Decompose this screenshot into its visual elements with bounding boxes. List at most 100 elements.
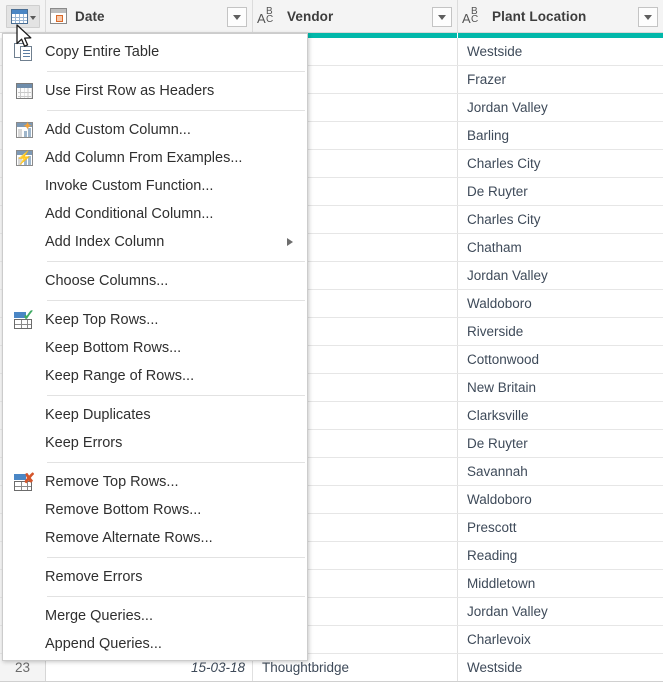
column-header-label: Plant Location [492,8,587,24]
table-cell-plant[interactable]: Charlevoix [458,626,663,653]
menu-item-label: Use First Row as Headers [45,83,215,99]
table-cell-plant[interactable]: New Britain [458,374,663,401]
menu-item-label: Add Custom Column... [45,122,191,138]
add-column-from-examples-icon: ⚡ [3,150,45,166]
menu-item-use-first-row-as-headers[interactable]: Use First Row as Headers [3,77,307,105]
use-first-row-as-headers-icon [3,83,45,99]
menu-item-label: Add Column From Examples... [45,150,243,166]
menu-item-remove-errors[interactable]: Remove Errors [3,563,307,591]
menu-separator [47,110,305,111]
abc-icon: ABC [462,6,479,26]
menu-item-keep-errors[interactable]: Keep Errors [3,429,307,457]
table-cell-plant[interactable]: Middletown [458,570,663,597]
column-filter-dropdown-date[interactable] [227,7,247,27]
menu-separator [47,395,305,396]
keep-rows-icon: ✓ [3,308,45,329]
menu-item-label: Keep Duplicates [45,407,151,423]
column-header-plant-location[interactable]: ABC Plant Location [458,0,663,32]
menu-item-label: Invoke Custom Function... [45,178,214,194]
chevron-right-icon [287,238,293,246]
table-header-cell[interactable] [0,0,46,32]
menu-item-label: Remove Bottom Rows... [45,502,202,518]
menu-item-remove-bottom-rows[interactable]: Remove Bottom Rows... [3,496,307,524]
table-cell-plant[interactable]: Riverside [458,318,663,345]
column-header-label: Vendor [287,8,334,24]
menu-item-keep-range-of-rows[interactable]: Keep Range of Rows... [3,362,307,390]
menu-item-label: Choose Columns... [45,273,169,289]
table-cell-plant[interactable]: Jordan Valley [458,598,663,625]
menu-separator [47,462,305,463]
menu-separator [47,557,305,558]
menu-item-label: Keep Bottom Rows... [45,340,182,356]
menu-item-label: Keep Range of Rows... [45,368,195,384]
menu-item-label: Copy Entire Table [45,44,160,60]
menu-item-keep-top-rows[interactable]: ✓ Keep Top Rows... [3,306,307,334]
menu-separator [47,300,305,301]
menu-item-remove-top-rows[interactable]: ✘ Remove Top Rows... [3,468,307,496]
menu-item-add-conditional-column[interactable]: Add Conditional Column... [3,200,307,228]
copy-table-icon-glyph [14,43,34,61]
table-cell-plant[interactable]: Savannah [458,458,663,485]
menu-item-label: Add Index Column [45,234,165,250]
use-first-row-as-headers-icon-glyph [15,83,33,99]
menu-item-keep-duplicates[interactable]: Keep Duplicates [3,401,307,429]
table-cell-plant[interactable]: Chatham [458,234,663,261]
table-cell-plant[interactable]: Barling [458,122,663,149]
menu-item-append-queries[interactable]: Append Queries... [3,630,307,658]
remove-rows-icon: ✘ [3,471,45,491]
column-filter-dropdown-vendor[interactable] [432,7,452,27]
table-cell-plant[interactable]: Clarksville [458,402,663,429]
menu-item-label: Merge Queries... [45,608,153,624]
menu-item-label: Remove Alternate Rows... [45,530,213,546]
menu-item-label: Remove Top Rows... [45,474,179,490]
chevron-down-icon [438,14,446,20]
table-cell-plant[interactable]: Jordan Valley [458,262,663,289]
column-filter-dropdown-plant-location[interactable] [638,7,658,27]
table-cell-plant[interactable]: De Ruyter [458,178,663,205]
chevron-down-icon [233,14,241,20]
keep-rows-icon-glyph: ✓ [14,308,35,329]
menu-item-copy-entire-table[interactable]: Copy Entire Table [3,38,307,66]
menu-item-add-index-column[interactable]: Add Index Column [3,228,307,256]
table-cell-plant[interactable]: Jordan Valley [458,94,663,121]
menu-item-add-custom-column[interactable]: ✦ Add Custom Column... [3,116,307,144]
table-cell-plant[interactable]: Waldoboro [458,486,663,513]
table-icon [10,8,28,24]
column-header-label: Date [75,8,105,24]
menu-separator [47,71,305,72]
menu-item-label: Append Queries... [45,636,162,652]
table-menu-button[interactable] [5,4,40,28]
table-cell-plant[interactable]: Charles City [458,150,663,177]
add-custom-column-icon-glyph: ✦ [15,120,33,138]
table-cell-plant[interactable]: Waldoboro [458,290,663,317]
table-cell-plant[interactable]: Prescott [458,514,663,541]
menu-item-keep-bottom-rows[interactable]: Keep Bottom Rows... [3,334,307,362]
table-cell-plant[interactable]: Westside [458,654,663,681]
table-cell-plant[interactable]: Charles City [458,206,663,233]
menu-item-remove-alternate-rows[interactable]: Remove Alternate Rows... [3,524,307,552]
table-cell-plant[interactable]: Cottonwood [458,346,663,373]
copy-table-icon [3,43,45,61]
menu-item-label: Add Conditional Column... [45,206,214,222]
abc-icon: ABC [257,6,274,26]
column-header-row: Date ABC Vendor ABC Plant Location [0,0,663,33]
add-custom-column-icon: ✦ [3,120,45,138]
table-cell-plant[interactable]: Frazer [458,66,663,93]
menu-item-label: Keep Top Rows... [45,312,159,328]
menu-item-label: Remove Errors [45,569,143,585]
menu-item-invoke-custom-function[interactable]: Invoke Custom Function... [3,172,307,200]
menu-item-merge-queries[interactable]: Merge Queries... [3,602,307,630]
table-context-menu[interactable]: Copy Entire Table Use First Row as Header… [2,33,308,661]
column-header-vendor[interactable]: ABC Vendor [253,0,458,32]
add-column-from-examples-icon-glyph: ⚡ [15,150,33,166]
calendar-icon [50,8,67,24]
table-cell-plant[interactable]: De Ruyter [458,430,663,457]
table-cell-plant[interactable]: Reading [458,542,663,569]
table-cell-plant[interactable]: Westside [458,38,663,65]
menu-item-add-column-from-examples[interactable]: ⚡ Add Column From Examples... [3,144,307,172]
menu-item-label: Keep Errors [45,435,123,451]
chevron-down-icon [644,14,652,20]
column-header-date[interactable]: Date [46,0,253,32]
menu-separator [47,596,305,597]
menu-item-choose-columns[interactable]: Choose Columns... [3,267,307,295]
